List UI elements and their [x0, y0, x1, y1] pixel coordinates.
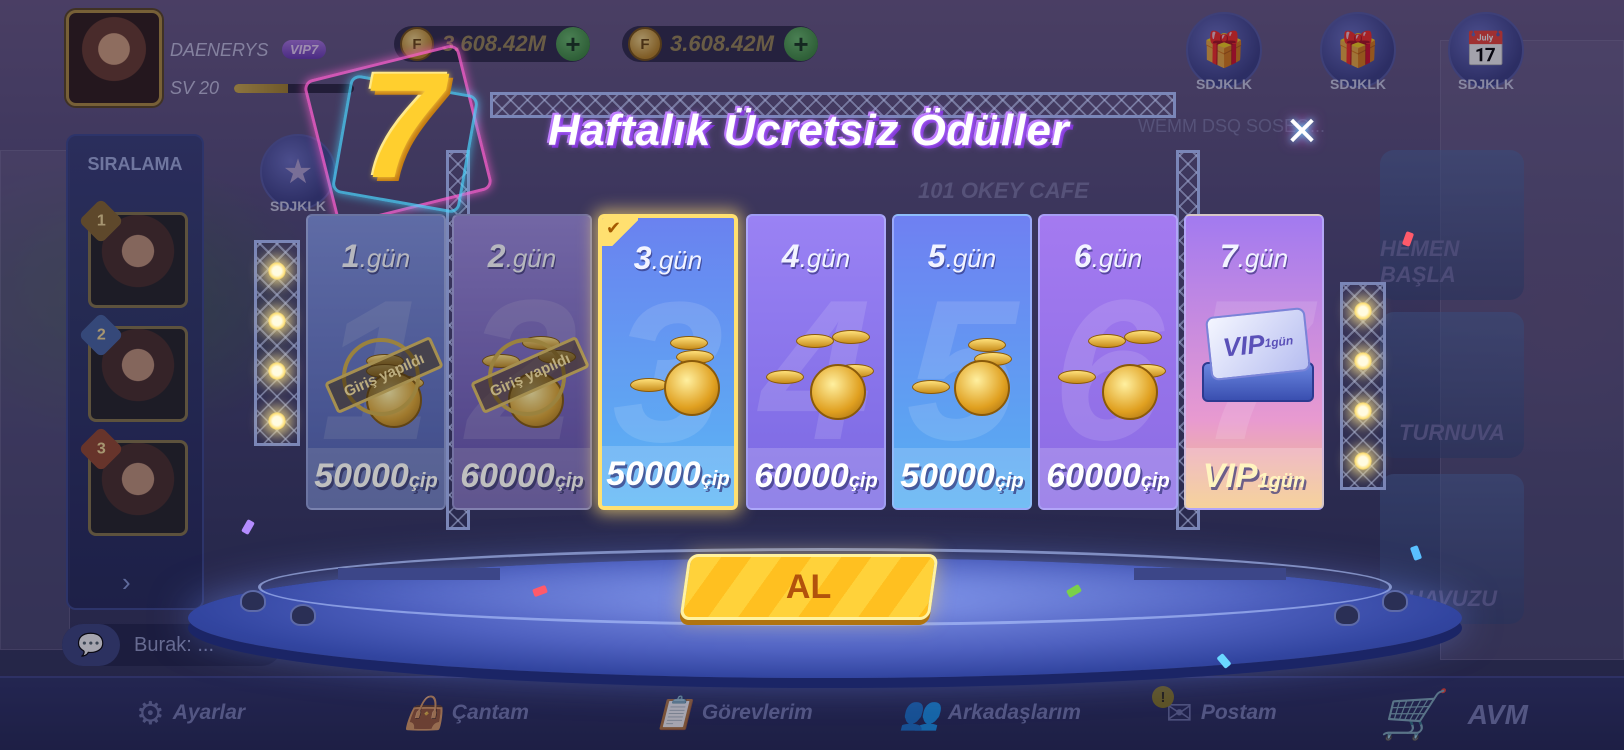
day-label: 5.gün [894, 238, 1030, 275]
claim-button[interactable]: AL [679, 554, 939, 620]
coin [766, 370, 804, 384]
reward-amount: 60000çip [1040, 457, 1176, 496]
day-suffix: .gün [1091, 243, 1143, 273]
day-label: 6.gün [1040, 238, 1176, 275]
amount-value: VIP [1202, 457, 1258, 495]
amount-unit: 1gün [1257, 470, 1306, 492]
day-suffix: .gün [1237, 243, 1289, 273]
amount-unit: çip [848, 470, 878, 492]
claim-label: AL [786, 567, 832, 606]
title-seven: 7 [360, 41, 444, 209]
stage-base-right [1134, 568, 1286, 580]
close-button[interactable]: ✕ [1282, 112, 1322, 152]
day-label: 1.gün [308, 238, 444, 275]
stage-spotlight [240, 590, 266, 612]
coin [810, 364, 866, 420]
stage-light-bulb [268, 312, 286, 330]
coin [1124, 330, 1162, 344]
stage-light-bulb [1354, 402, 1372, 420]
coin [954, 360, 1010, 416]
coin [968, 338, 1006, 352]
coin [796, 334, 834, 348]
reward-amount: 50000çip [894, 457, 1030, 496]
day-card-7[interactable]: 7 7.gün VIP1gün VIP1gün [1184, 214, 1324, 510]
stage-base-left [338, 568, 500, 580]
coin [1102, 364, 1158, 420]
coin [832, 330, 870, 344]
stage-light-bulb [1354, 452, 1372, 470]
reward-amount: 50000çip [602, 455, 734, 494]
amount-value: 60000 [460, 457, 555, 495]
day-label: 3.gün [602, 240, 734, 277]
vip-ticket-icon: VIP 1gün [1204, 306, 1312, 382]
stage-spotlight [1334, 604, 1360, 626]
day-card-2[interactable]: 2 2.gün Giriş yapıldı 60000çip [452, 214, 592, 510]
day-number: 3 [633, 240, 652, 276]
day-number: 2 [487, 238, 506, 274]
reward-amount: VIP1gün [1186, 457, 1322, 496]
reward-amount: 60000çip [454, 457, 590, 496]
amount-unit: çip [700, 468, 730, 490]
ticket-label: VIP [1221, 327, 1267, 363]
modal-title: Haftalık Ücretsiz Ödüller [548, 106, 1070, 155]
stage-light-bulb [1354, 352, 1372, 370]
coin-pile-icon [1058, 324, 1166, 424]
stage-light-bulb [268, 362, 286, 380]
amount-value: 60000 [754, 457, 849, 495]
day-card-3[interactable]: ✔ 3 3.gün 50000çip [598, 214, 738, 510]
day-number: 5 [927, 238, 946, 274]
amount-value: 50000 [314, 457, 409, 495]
day-suffix: .gün [505, 243, 557, 273]
coin [1058, 370, 1096, 384]
stage-spotlight [290, 604, 316, 626]
reward-amount: 50000çip [308, 457, 444, 496]
amount-value: 60000 [1046, 457, 1141, 495]
day-suffix: .gün [359, 243, 411, 273]
coin [630, 378, 668, 392]
coin [670, 336, 708, 350]
day-label: 2.gün [454, 238, 590, 275]
day-suffix: .gün [799, 243, 851, 273]
amount-unit: çip [1140, 470, 1170, 492]
ticket-sub: 1gün [1263, 333, 1294, 351]
coin-pile-icon [620, 326, 724, 426]
day-number: 4 [781, 238, 800, 274]
reward-cards: 1 1.gün Giriş yapıldı 50000çip 2 2.gün G… [306, 214, 1336, 514]
amount-value: 50000 [900, 457, 995, 495]
day-suffix: .gün [651, 245, 703, 275]
day-label: 7.gün [1186, 238, 1322, 275]
day-card-4[interactable]: 4 4.gün 60000çip [746, 214, 886, 510]
reward-amount: 60000çip [748, 457, 884, 496]
day-card-1[interactable]: 1 1.gün Giriş yapıldı 50000çip [306, 214, 446, 510]
stage-spotlight [1382, 590, 1408, 612]
day-number: 6 [1073, 238, 1092, 274]
coin-pile-icon [912, 324, 1016, 424]
day-label: 4.gün [748, 238, 884, 275]
day-card-5[interactable]: 5 5.gün 50000çip [892, 214, 1032, 510]
amount-unit: çip [554, 470, 584, 492]
day-card-6[interactable]: 6 6.gün 60000çip [1038, 214, 1178, 510]
day-number: 7 [1219, 238, 1238, 274]
coin-pile-icon [766, 324, 874, 424]
amount-value: 50000 [606, 455, 701, 493]
stage-light-bulb [1354, 302, 1372, 320]
stage-light-bulb [268, 262, 286, 280]
coin [912, 380, 950, 394]
stage-light-bulb [268, 412, 286, 430]
day-suffix: .gün [945, 243, 997, 273]
day-number: 1 [341, 238, 360, 274]
amount-unit: çip [408, 470, 438, 492]
amount-unit: çip [994, 470, 1024, 492]
coin [1088, 334, 1126, 348]
coin [664, 360, 720, 416]
